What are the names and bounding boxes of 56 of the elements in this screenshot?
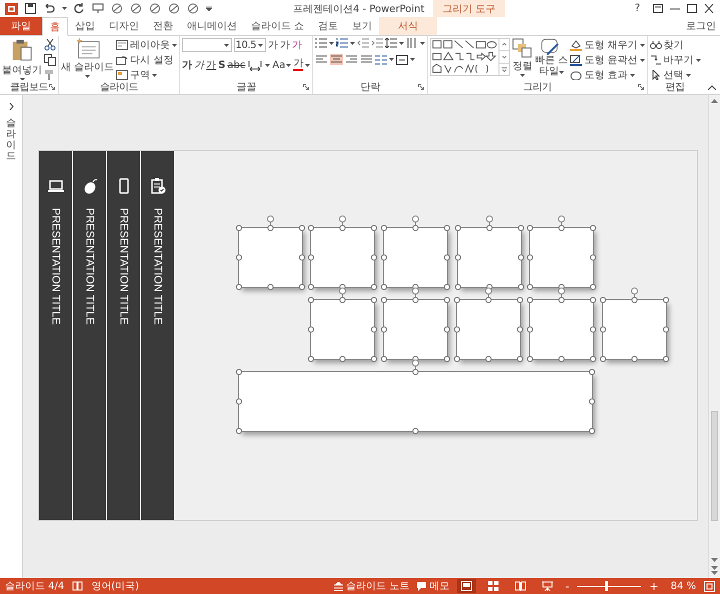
slide-counter: 슬라이드 4/4 <box>5 580 64 593</box>
help-button[interactable]: ? <box>634 3 640 14</box>
ribbon-tab[interactable]: 서식 <box>379 17 438 35</box>
section-button[interactable]: 구역 <box>116 69 158 80</box>
shape-outline-button[interactable]: 도형 윤곽선 <box>570 54 645 66</box>
paste-button[interactable]: 붙여넣기 <box>2 38 42 80</box>
font-size-field[interactable]: 10.5 <box>234 38 266 52</box>
shape-effects-button[interactable]: 도형 효과 <box>570 69 635 80</box>
language-indicator[interactable]: 영어(미국) <box>91 579 140 593</box>
quick-styles-button[interactable]: 빠른 스타일 <box>534 38 568 77</box>
comments-button[interactable]: 메모 <box>417 579 450 593</box>
ribbon-tab[interactable]: 홈 <box>42 17 68 36</box>
ribbon-tab[interactable]: 애니메이션 <box>180 17 244 35</box>
reset-button[interactable]: 다시 설정 <box>116 54 174 66</box>
clear-formatting-button[interactable]: 가 <box>292 38 302 52</box>
underline-button[interactable]: 가 <box>206 58 216 72</box>
ribbon-tab[interactable]: 전환 <box>146 17 180 35</box>
zoom-level-text[interactable]: 84 % <box>670 580 696 592</box>
group-label: 그리기 <box>523 80 552 94</box>
layout-button[interactable]: 레이아웃 <box>116 39 178 51</box>
zoom-in-button[interactable]: + <box>649 580 659 592</box>
sign-in-link[interactable]: 로그인 <box>686 19 716 33</box>
shape-fill-button[interactable]: 도형 채우기 <box>570 39 645 51</box>
group-label: 편집 <box>665 80 685 94</box>
presentation-title-text: PRESENTATION TITLE <box>84 208 96 325</box>
slides-pane-label[interactable]: 슬라이드 <box>6 118 16 162</box>
presentation-title-text: PRESENTATION TITLE <box>50 208 62 325</box>
new-slide-button[interactable]: 새 슬라이드 <box>61 38 114 78</box>
shadow-button[interactable]: S <box>218 60 226 70</box>
ribbon-tab[interactable]: 삽입 <box>68 17 102 35</box>
group-label: 글꼴 <box>236 80 256 94</box>
italic-button[interactable]: 가 <box>194 58 204 72</box>
select-button[interactable]: 선택 <box>650 69 691 80</box>
group-label: 단락 <box>360 80 380 94</box>
arrange-button[interactable]: 정렬 <box>512 38 532 77</box>
font-color-button[interactable]: 가 <box>293 59 304 71</box>
change-case-button[interactable]: Aa <box>272 60 292 70</box>
grow-font-button[interactable]: 가 <box>268 38 278 52</box>
window-title: 프레젠테이션4 - PowerPoint <box>293 2 424 16</box>
replace-button[interactable]: 바꾸기 <box>650 54 701 66</box>
contextual-tab-group-label: 그리기 도구 <box>433 0 505 17</box>
ribbon-tab[interactable]: 보기 <box>345 17 380 35</box>
bold-button[interactable]: 가 <box>182 58 192 72</box>
ribbon-tab[interactable]: 슬라이드 쇼 <box>244 17 312 35</box>
ribbon-tab[interactable]: 디자인 <box>102 17 146 35</box>
find-button[interactable]: 찾기 <box>650 39 684 51</box>
zoom-out-button[interactable]: - <box>565 580 570 592</box>
strikethrough-button[interactable]: abc <box>227 60 246 70</box>
ribbon-tab[interactable]: 파일 <box>0 17 42 35</box>
ribbon-tab[interactable]: 검토 <box>311 17 346 35</box>
group-label: 슬라이드 <box>100 80 138 94</box>
notes-button[interactable]: 슬라이드 노트 <box>334 579 410 593</box>
presentation-title-text: PRESENTATION TITLE <box>152 208 164 325</box>
group-label: 클립보드 <box>10 80 48 94</box>
presentation-title-text: PRESENTATION TITLE <box>118 208 130 325</box>
shrink-font-button[interactable]: 가 <box>280 38 290 52</box>
